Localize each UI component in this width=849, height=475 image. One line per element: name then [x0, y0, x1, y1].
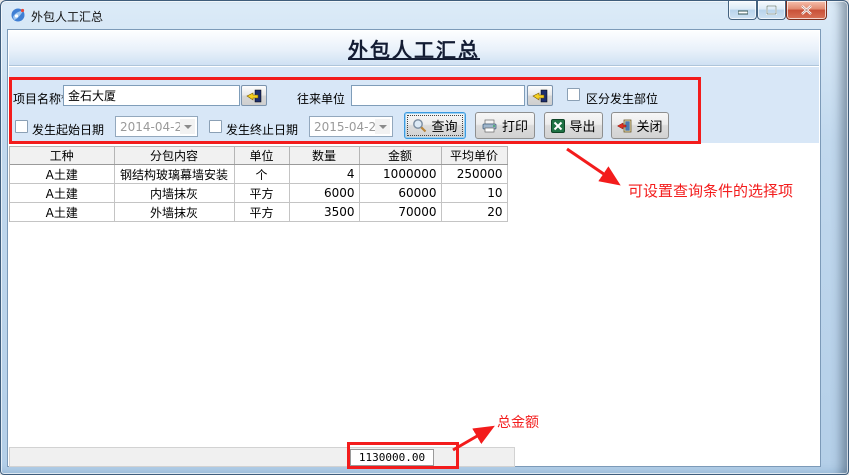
window-title: 外包人工汇总 — [31, 8, 103, 25]
pointing-hand-icon — [532, 89, 548, 103]
cell-quantity: 6000 — [289, 184, 359, 203]
maximize-button[interactable] — [757, 1, 786, 20]
close-form-button[interactable]: 关闭 — [611, 112, 669, 139]
pointing-hand-icon — [246, 89, 262, 103]
table-row[interactable]: A土建 内墙抹灰 平方 6000 60000 10 — [10, 184, 507, 203]
app-window: 外包人工汇总 外包人工汇总 — [0, 0, 849, 475]
page-header: 外包人工汇总 — [9, 31, 819, 66]
col-header-amount[interactable]: 金额 — [359, 147, 441, 165]
col-header-worktype[interactable]: 工种 — [10, 147, 114, 165]
export-button-label: 导出 — [569, 116, 595, 135]
cell-amount: 60000 — [359, 184, 441, 203]
printer-icon — [482, 119, 498, 133]
cell-unit: 平方 — [234, 184, 289, 203]
excel-icon — [551, 119, 565, 133]
distinguish-location-label: 区分发生部位 — [586, 90, 658, 107]
end-date-checkbox[interactable] — [209, 120, 222, 133]
cell-worktype: A土建 — [10, 165, 114, 184]
distinguish-location-checkbox[interactable] — [567, 88, 580, 101]
chevron-down-icon — [375, 119, 390, 134]
close-button[interactable] — [786, 1, 827, 20]
col-header-avgprice[interactable]: 平均单价 — [441, 147, 507, 165]
col-header-unit[interactable]: 单位 — [234, 147, 289, 165]
print-button[interactable]: 打印 — [475, 112, 535, 139]
export-button[interactable]: 导出 — [544, 112, 603, 139]
summary-footer — [9, 447, 515, 467]
close-icon — [801, 5, 812, 15]
cell-avgprice: 250000 — [441, 165, 507, 184]
magnifier-icon — [412, 118, 427, 133]
start-date-label: 发生起始日期 — [32, 121, 104, 138]
end-date-select[interactable]: 2015-04-23 — [309, 116, 393, 137]
cell-content: 内墙抹灰 — [114, 184, 234, 203]
table-row[interactable]: A土建 钢结构玻璃幕墙安装 个 4 1000000 250000 — [10, 165, 507, 184]
minimize-button[interactable] — [728, 1, 757, 20]
cell-unit: 个 — [234, 165, 289, 184]
project-name-label: 项目名称* — [13, 90, 67, 107]
title-bar[interactable]: 外包人工汇总 — [1, 1, 848, 29]
total-amount-value: 1130000.00 — [350, 449, 434, 466]
end-date-value: 2015-04-23 — [314, 120, 384, 134]
vendor-label: 往来单位 — [297, 90, 345, 107]
project-name-input[interactable] — [63, 85, 240, 106]
cell-content: 钢结构玻璃幕墙安装 — [114, 165, 234, 184]
cell-quantity: 3500 — [289, 203, 359, 222]
table-row[interactable]: A土建 外墙抹灰 平方 3500 70000 20 — [10, 203, 507, 222]
exit-door-icon — [617, 119, 632, 133]
col-header-quantity[interactable]: 数量 — [289, 147, 359, 165]
cell-amount: 70000 — [359, 203, 441, 222]
cell-avgprice: 20 — [441, 203, 507, 222]
results-table: 工种 分包内容 单位 数量 金额 平均单价 A土建 钢结构玻璃幕墙安装 个 4 … — [9, 146, 508, 222]
minimize-icon — [738, 6, 748, 15]
close-form-button-label: 关闭 — [636, 116, 662, 135]
cell-amount: 1000000 — [359, 165, 441, 184]
print-button-label: 打印 — [502, 116, 528, 135]
col-header-content[interactable]: 分包内容 — [114, 147, 234, 165]
query-button-label: 查询 — [431, 116, 457, 135]
cell-quantity: 4 — [289, 165, 359, 184]
maximize-icon — [766, 5, 777, 15]
cell-content: 外墙抹灰 — [114, 203, 234, 222]
project-lookup-button[interactable] — [241, 85, 267, 106]
cell-avgprice: 10 — [441, 184, 507, 203]
end-date-label: 发生终止日期 — [226, 121, 298, 138]
cell-worktype: A土建 — [10, 203, 114, 222]
vendor-lookup-button[interactable] — [527, 85, 553, 106]
start-date-select[interactable]: 2014-04-23 — [115, 116, 198, 137]
chevron-down-icon — [180, 119, 195, 134]
vendor-input[interactable] — [351, 85, 525, 106]
app-logo-icon — [10, 7, 26, 23]
cell-unit: 平方 — [234, 203, 289, 222]
cell-worktype: A土建 — [10, 184, 114, 203]
query-button[interactable]: 查询 — [404, 112, 466, 139]
table-header-row: 工种 分包内容 单位 数量 金额 平均单价 — [10, 147, 507, 165]
start-date-checkbox[interactable] — [15, 120, 28, 133]
page-title: 外包人工汇总 — [348, 34, 480, 63]
